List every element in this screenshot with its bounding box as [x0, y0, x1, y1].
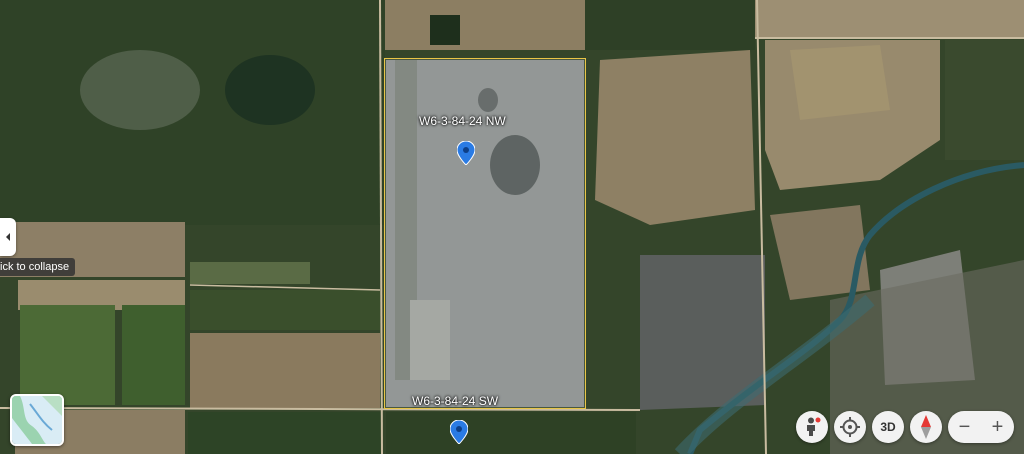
map-pin-icon[interactable] [457, 141, 475, 165]
parcel-label: W6-3-84-24 NW [419, 114, 506, 128]
street-view-button[interactable] [796, 411, 828, 443]
locate-icon [840, 417, 860, 437]
zoom-in-button[interactable]: + [981, 411, 1014, 443]
chevron-left-icon [6, 233, 10, 241]
3d-view-button[interactable]: 3D [872, 411, 904, 443]
zoom-out-button[interactable]: − [948, 411, 981, 443]
map-layer-toggle[interactable] [10, 394, 64, 446]
compass-icon [921, 415, 931, 439]
map-layer-icon [12, 396, 62, 444]
locate-button[interactable] [834, 411, 866, 443]
sidebar-collapse-button[interactable] [0, 218, 16, 256]
parcel-label: W6-3-84-24 SW [412, 394, 499, 408]
zoom-controls: − + [948, 411, 1014, 443]
map-pin-icon[interactable] [450, 420, 468, 444]
compass-button[interactable] [910, 411, 942, 443]
street-view-icon [807, 417, 821, 436]
parcel-boundary[interactable] [384, 58, 586, 409]
collapse-tooltip: ick to collapse [0, 258, 76, 276]
satellite-map[interactable]: W6-3-84-24 NW W6-3-84-24 SW ick to colla… [0, 0, 1024, 454]
